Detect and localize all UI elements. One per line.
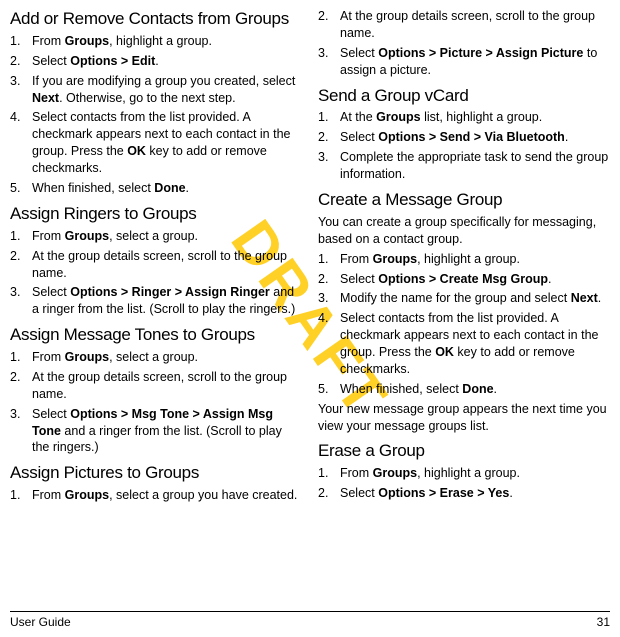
- step-item: At the Groups list, highlight a group.: [318, 109, 610, 126]
- step-item: From Groups, highlight a group.: [318, 251, 610, 268]
- section-outro: Your new message group appears the next …: [318, 401, 610, 435]
- step-item: Modify the name for the group and select…: [318, 290, 610, 307]
- step-item: Select Options > Msg Tone > Assign Msg T…: [10, 406, 302, 457]
- section-title: Assign Message Tones to Groups: [10, 324, 302, 347]
- section-intro: You can create a group specifically for …: [318, 214, 610, 248]
- step-item: Select Options > Send > Via Bluetooth.: [318, 129, 610, 146]
- step-item: From Groups, select a group.: [10, 349, 302, 366]
- step-item: From Groups, select a group you have cre…: [10, 487, 302, 504]
- right-column: At the group details screen, scroll to t…: [318, 8, 610, 595]
- step-item: Select Options > Create Msg Group.: [318, 271, 610, 288]
- step-item: Select Options > Edit.: [10, 53, 302, 70]
- section-title: Add or Remove Contacts from Groups: [10, 8, 302, 31]
- section-title: Create a Message Group: [318, 189, 610, 212]
- step-item: From Groups, highlight a group.: [10, 33, 302, 50]
- step-item: Select contacts from the list provided. …: [318, 310, 610, 378]
- step-list: From Groups, select a group you have cre…: [10, 487, 302, 504]
- step-item: From Groups, highlight a group.: [318, 465, 610, 482]
- step-list: From Groups, highlight a group. Select O…: [318, 251, 610, 398]
- step-item: Select Options > Picture > Assign Pictur…: [318, 45, 610, 79]
- step-item: When finished, select Done.: [10, 180, 302, 197]
- step-item: Select Options > Ringer > Assign Ringer …: [10, 284, 302, 318]
- step-item: If you are modifying a group you created…: [10, 73, 302, 107]
- step-item: At the group details screen, scroll to t…: [318, 8, 610, 42]
- step-list: From Groups, highlight a group. Select O…: [318, 465, 610, 502]
- left-column: Add or Remove Contacts from Groups From …: [10, 8, 302, 595]
- step-item: When finished, select Done.: [318, 381, 610, 398]
- step-item: Select contacts from the list provided. …: [10, 109, 302, 177]
- step-item: Complete the appropriate task to send th…: [318, 149, 610, 183]
- page-content: Add or Remove Contacts from Groups From …: [0, 0, 620, 595]
- footer-left: User Guide: [10, 615, 71, 629]
- step-item: From Groups, select a group.: [10, 228, 302, 245]
- section-title: Send a Group vCard: [318, 85, 610, 108]
- step-list: From Groups, highlight a group. Select O…: [10, 33, 302, 197]
- page-footer: User Guide 31: [10, 611, 610, 629]
- step-list: At the Groups list, highlight a group. S…: [318, 109, 610, 183]
- step-list: At the group details screen, scroll to t…: [318, 8, 610, 79]
- section-title: Assign Ringers to Groups: [10, 203, 302, 226]
- step-list: From Groups, select a group. At the grou…: [10, 228, 302, 318]
- footer-page-number: 31: [597, 615, 610, 629]
- section-title: Erase a Group: [318, 440, 610, 463]
- section-title: Assign Pictures to Groups: [10, 462, 302, 485]
- step-item: Select Options > Erase > Yes.: [318, 485, 610, 502]
- step-list: From Groups, select a group. At the grou…: [10, 349, 302, 456]
- step-item: At the group details screen, scroll to t…: [10, 369, 302, 403]
- step-item: At the group details screen, scroll to t…: [10, 248, 302, 282]
